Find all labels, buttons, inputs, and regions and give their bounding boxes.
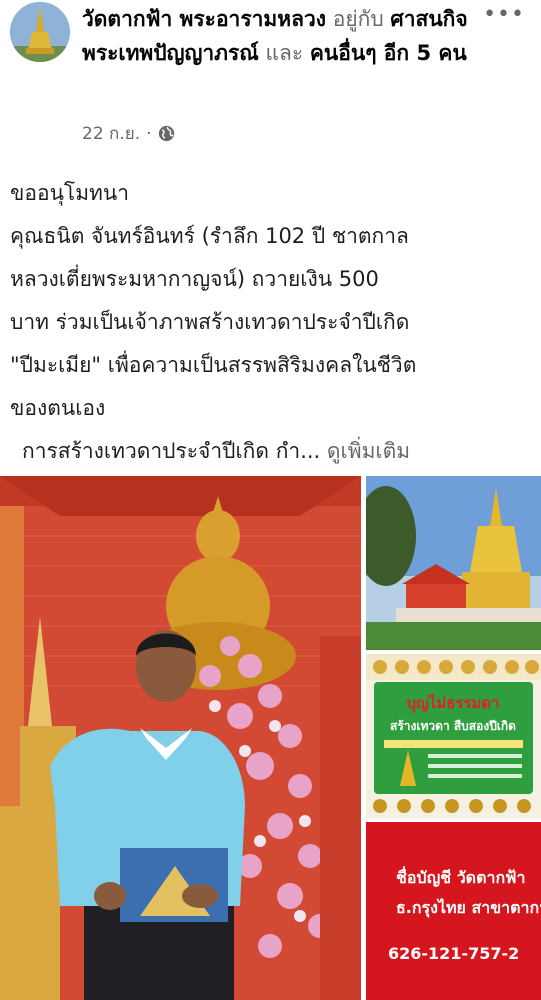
post-text-truncated: การสร้างเทวดาประจำปีเกิด กำ... ดูเพิ่มเต…	[10, 430, 535, 473]
post-text-line: หลวงเตี่ยพระมหากาญจน์) ถวายเงิน 500	[10, 267, 379, 291]
poster-title: บุญไม่ธรรมดา	[406, 693, 499, 713]
post-author-line: วัดตากฟ้า พระอารามหลวง อยู่กับ ศาสนกิจ พ…	[82, 2, 482, 70]
post-meta: 22 ก.ย. ·	[82, 120, 175, 147]
donor-buddha-photo	[0, 476, 361, 1000]
photo-temple-pagoda[interactable]	[366, 476, 541, 650]
bank-account-name: ชื่อบัญชี วัดตากฟ้า	[396, 868, 526, 887]
photo-donation-poster[interactable]: บุญไม่ธรรมดา สร้างเทวดา สืบสองปีเกิด	[366, 654, 541, 818]
post-text-line: ของตนเอง	[10, 396, 106, 420]
and-text: และ	[265, 41, 304, 65]
post-text-line: ขออนุโมทนา	[10, 181, 130, 205]
bank-account-number: 626-121-757-2	[388, 944, 520, 963]
pagoda-avatar-icon	[10, 2, 70, 62]
photo-grid: บุญไม่ธรรมดา สร้างเทวดา สืบสองปีเกิด ชื่…	[0, 476, 541, 1000]
poster-subtitle: สร้างเทวดา สืบสองปีเกิด	[390, 719, 516, 733]
meta-separator: ·	[146, 123, 152, 144]
post-text-line: บาท ร่วมเป็นเจ้าภาพสร้างเทวดาประจำปีเกิด	[10, 310, 410, 334]
post-text-line: "ปีมะเมีย" เพื่อความเป็นสรรพสิริมงคลในชี…	[10, 353, 417, 377]
page-avatar[interactable]	[10, 2, 70, 62]
post-text-line: คุณธนิต จันทร์อินทร์ (รำลึก 102 ปี ชาตกา…	[10, 224, 409, 248]
donation-poster-image: บุญไม่ธรรมดา สร้างเทวดา สืบสองปีเกิด	[366, 654, 541, 818]
see-more-link[interactable]: ดูเพิ่มเติม	[327, 439, 410, 463]
photo-bank-account[interactable]: ชื่อบัญชี วัดตากฟ้า ธ.กรุงไทย สาขาตากฟ้ …	[366, 822, 541, 1000]
globe-icon[interactable]	[158, 125, 175, 142]
more-options-button[interactable]: •••	[483, 2, 525, 27]
page-name-link[interactable]: วัดตากฟ้า พระอารามหลวง	[82, 7, 326, 31]
others-link[interactable]: คนอื่นๆ อีก 5 คน	[310, 41, 467, 65]
post-header: วัดตากฟ้า พระอารามหลวง อยู่กับ ศาสนกิจ พ…	[0, 0, 541, 150]
with-text: อยู่กับ	[332, 7, 384, 31]
post-message: ขออนุโมทนา คุณธนิต จันทร์อินทร์ (รำลึก 1…	[10, 172, 535, 473]
timestamp[interactable]: 22 ก.ย.	[82, 120, 140, 147]
photo-donor-at-buddha[interactable]	[0, 476, 361, 1000]
truncated-text: การสร้างเทวดาประจำปีเกิด กำ...	[22, 439, 321, 463]
bank-branch: ธ.กรุงไทย สาขาตากฟ้	[396, 898, 541, 917]
temple-pagoda-photo	[366, 476, 541, 650]
